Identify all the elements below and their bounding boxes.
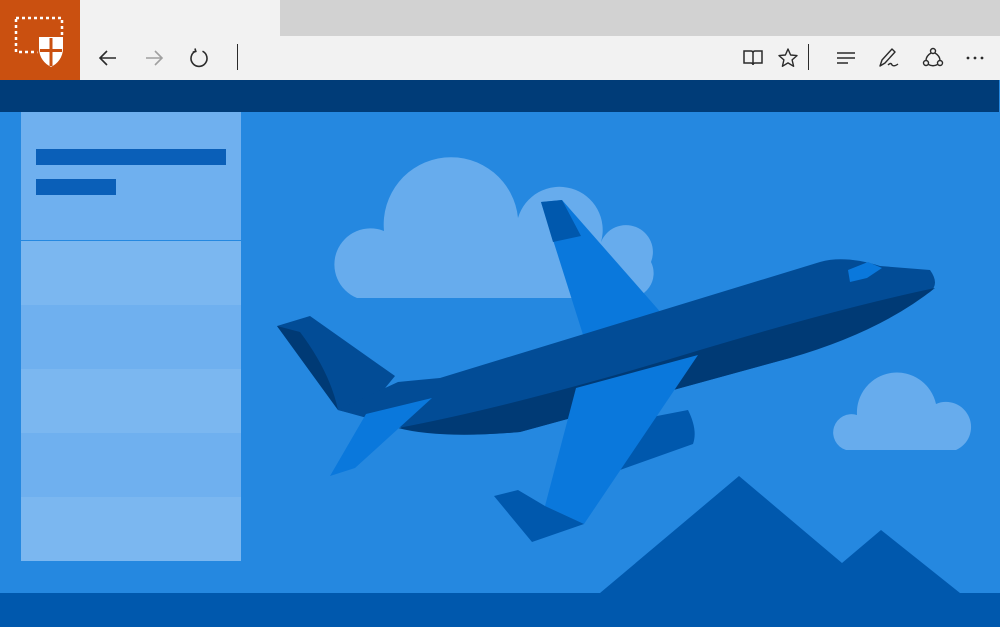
forward-arrow-icon [146, 50, 164, 66]
app-shield-icon [14, 16, 65, 70]
hub-icon [837, 52, 855, 64]
refresh-button[interactable] [181, 36, 217, 80]
hub-button[interactable] [828, 36, 864, 80]
forward-button[interactable] [136, 36, 172, 80]
page-footer-bar [0, 593, 1000, 627]
favorite-button[interactable] [770, 36, 806, 80]
refresh-icon [190, 48, 208, 68]
sidebar-header [21, 112, 241, 240]
title-placeholder [36, 149, 226, 165]
cloud-shape [833, 372, 972, 450]
web-note-button[interactable] [871, 36, 907, 80]
reading-view-icon [743, 50, 763, 66]
back-arrow-icon [98, 50, 116, 66]
mountain-shape [600, 476, 960, 593]
reading-view-button[interactable] [735, 36, 771, 80]
subtitle-placeholder [36, 179, 116, 195]
sidebar-panel [21, 112, 241, 561]
sidebar-item[interactable] [21, 433, 241, 497]
toolbar-divider [237, 44, 238, 70]
web-note-icon [879, 48, 899, 67]
more-button[interactable] [957, 36, 993, 80]
browser-toolbar [80, 36, 1000, 80]
more-icon [966, 56, 984, 60]
toolbar-divider [808, 44, 809, 70]
app-badge [0, 0, 80, 80]
sidebar-item[interactable] [21, 241, 241, 305]
share-icon [922, 47, 944, 67]
active-tab[interactable] [80, 0, 280, 36]
share-button[interactable] [915, 36, 951, 80]
page-header-bar [0, 80, 999, 112]
sidebar-item[interactable] [21, 369, 241, 433]
back-button[interactable] [90, 36, 126, 80]
sidebar-item[interactable] [21, 305, 241, 369]
favorite-star-icon [778, 48, 798, 67]
page-content [0, 112, 1000, 593]
sidebar-item[interactable] [21, 497, 241, 561]
